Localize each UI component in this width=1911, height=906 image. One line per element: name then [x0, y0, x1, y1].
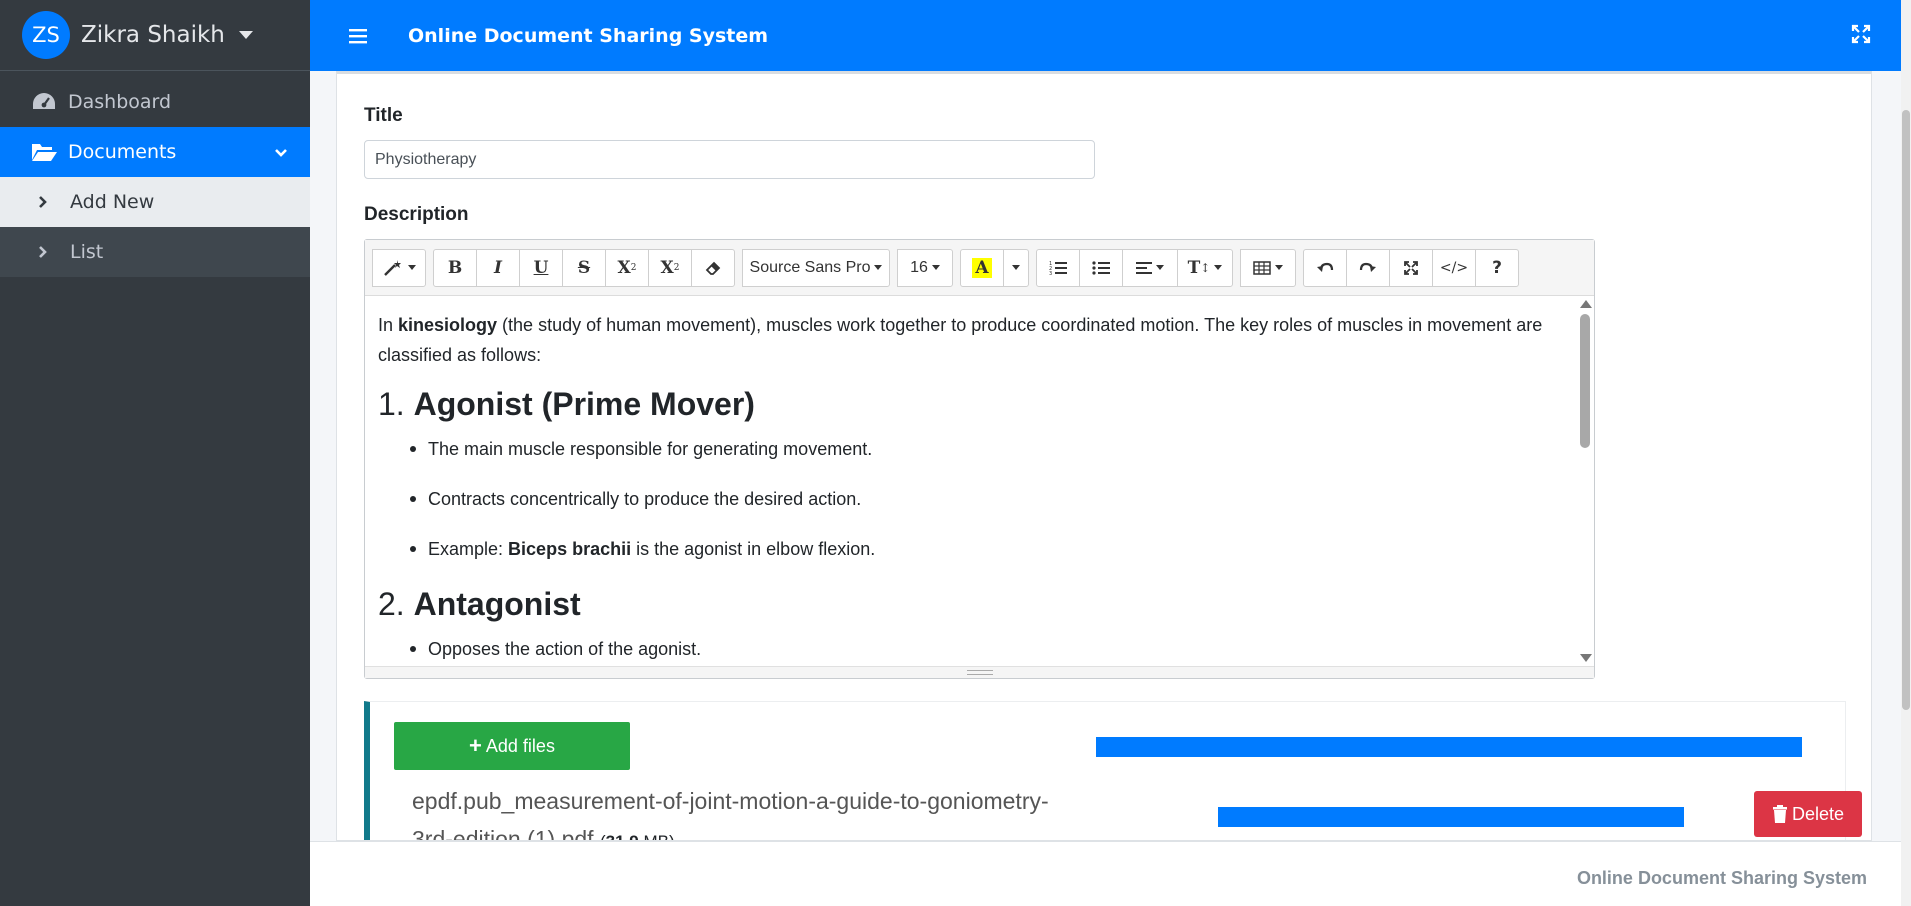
redo-button[interactable] — [1346, 248, 1390, 287]
bullet-list-icon — [1092, 260, 1110, 275]
file-upload-panel: + Add files epdf.pub_measurement-of-join… — [364, 701, 1862, 840]
sidebar-item-documents[interactable]: Documents — [0, 127, 310, 177]
superscript-button[interactable]: X2 — [605, 248, 649, 287]
total-progress-bar — [1096, 737, 1802, 757]
sidebar-item-label: Documents — [68, 141, 177, 163]
scroll-down-icon[interactable] — [1580, 654, 1592, 662]
page-scrollbar[interactable] — [1901, 0, 1911, 906]
undo-icon — [1317, 262, 1334, 272]
align-left-icon — [1136, 261, 1152, 274]
delete-file-button[interactable]: Delete — [1754, 791, 1862, 837]
sidebar: ZS Zikra Shaikh Dashboard Documents Add … — [0, 0, 310, 906]
eraser-icon — [705, 261, 721, 275]
sidebar-item-list[interactable]: List — [0, 227, 310, 277]
sidebar-item-label: Add New — [70, 191, 155, 213]
sidebar-item-add-new[interactable]: Add New — [0, 177, 310, 227]
chevron-right-icon — [38, 245, 52, 259]
subscript-button[interactable]: X2 — [648, 248, 692, 287]
list-item: Contracts concentrically to produce the … — [404, 484, 1560, 514]
expand-icon — [1404, 260, 1418, 275]
svg-text:3: 3 — [1049, 271, 1052, 276]
list-item: Example: Biceps brachii is the agonist i… — [404, 534, 1560, 564]
trash-icon — [1772, 805, 1787, 823]
heading-antagonist: 2. Antagonist — [378, 586, 581, 622]
style-wand-button[interactable] — [372, 248, 426, 287]
bold-button[interactable]: B — [433, 248, 477, 287]
ordered-list-button[interactable]: 123 — [1036, 248, 1080, 287]
rich-text-editor: B I U S X2 X2 Source Sans Pro 16 A 1 2 3… — [364, 239, 1595, 679]
title-label: Title — [364, 105, 403, 126]
sidebar-item-label: List — [70, 241, 104, 263]
help-icon: ? — [1492, 257, 1502, 278]
editor-scrollbar-thumb[interactable] — [1580, 314, 1590, 448]
redo-icon — [1359, 262, 1376, 272]
intro-paragraph: In kinesiology (the study of human movem… — [378, 315, 1543, 365]
list-item: Opposes the action of the agonist. — [404, 634, 1560, 664]
top-navbar: Online Document Sharing System — [310, 0, 1901, 71]
agonist-list: The main muscle responsible for generati… — [378, 434, 1560, 564]
document-form-card: Title Description B I U S X2 X2 Sour — [336, 71, 1872, 841]
file-size: (31.9 MB) — [600, 832, 675, 840]
highlight-color-button[interactable]: A — [960, 248, 1004, 287]
underline-button[interactable]: U — [519, 248, 563, 287]
font-family-select[interactable]: Source Sans Pro — [742, 248, 890, 287]
font-size-select[interactable]: 16 — [897, 248, 953, 287]
footer-text: Online Document Sharing System — [1576, 868, 1867, 888]
chevron-right-icon — [38, 195, 52, 209]
user-panel[interactable]: ZS Zikra Shaikh — [0, 0, 310, 71]
strikethrough-button[interactable]: S — [562, 248, 606, 287]
file-progress-bar — [1218, 807, 1684, 827]
undo-button[interactable] — [1303, 248, 1347, 287]
ordered-list-icon: 123 — [1049, 261, 1067, 276]
title-input[interactable] — [364, 140, 1095, 179]
highlight-a-icon: A — [972, 257, 992, 278]
description-label: Description — [364, 204, 469, 225]
sidebar-nav: Dashboard Documents Add New List — [0, 77, 310, 277]
fullscreen-icon[interactable] — [1851, 24, 1871, 48]
editor-content[interactable]: In kinesiology (the study of human movem… — [365, 296, 1573, 668]
caret-down-icon[interactable] — [238, 31, 253, 39]
table-button[interactable] — [1240, 248, 1296, 287]
page-title: Online Document Sharing System — [408, 24, 769, 47]
dashboard-icon — [30, 88, 58, 116]
unordered-list-button[interactable] — [1079, 248, 1123, 287]
magic-wand-icon — [384, 259, 401, 276]
list-item: The main muscle responsible for generati… — [404, 434, 1560, 464]
antagonist-list: Opposes the action of the agonist. — [378, 634, 1560, 664]
clear-format-button[interactable] — [691, 248, 735, 287]
editor-resize-handle[interactable] — [365, 666, 1594, 678]
fullscreen-button[interactable] — [1389, 248, 1433, 287]
sidebar-item-label: Dashboard — [68, 91, 172, 113]
table-icon — [1253, 260, 1271, 275]
help-button[interactable]: ? — [1475, 248, 1519, 287]
italic-button[interactable]: I — [476, 248, 520, 287]
paragraph-align-button[interactable] — [1122, 248, 1178, 287]
editor-scrollbar[interactable] — [1578, 296, 1592, 666]
heading-agonist: 1. Agonist (Prime Mover) — [378, 386, 755, 422]
scrollbar-thumb[interactable] — [1902, 110, 1910, 710]
add-files-button[interactable]: + Add files — [394, 722, 630, 770]
plus-icon: + — [469, 733, 482, 758]
footer: Online Document Sharing System — [310, 841, 1901, 906]
color-dropdown-button[interactable] — [1003, 248, 1029, 287]
chevron-down-icon — [274, 141, 288, 163]
avatar[interactable]: ZS — [22, 11, 70, 59]
editor-toolbar: B I U S X2 X2 Source Sans Pro 16 A 1 2 3… — [365, 240, 1594, 296]
code-icon: </> — [1439, 259, 1469, 276]
hamburger-menu-icon[interactable] — [340, 18, 376, 54]
sidebar-item-dashboard[interactable]: Dashboard — [0, 77, 310, 127]
scroll-up-icon[interactable] — [1580, 300, 1592, 308]
file-name: epdf.pub_measurement-of-joint-motion-a-g… — [412, 782, 1072, 840]
folder-open-icon — [30, 138, 58, 166]
user-name[interactable]: Zikra Shaikh — [81, 22, 225, 48]
code-view-button[interactable]: </> — [1432, 248, 1476, 287]
line-height-button[interactable]: T ↕ — [1177, 248, 1233, 287]
